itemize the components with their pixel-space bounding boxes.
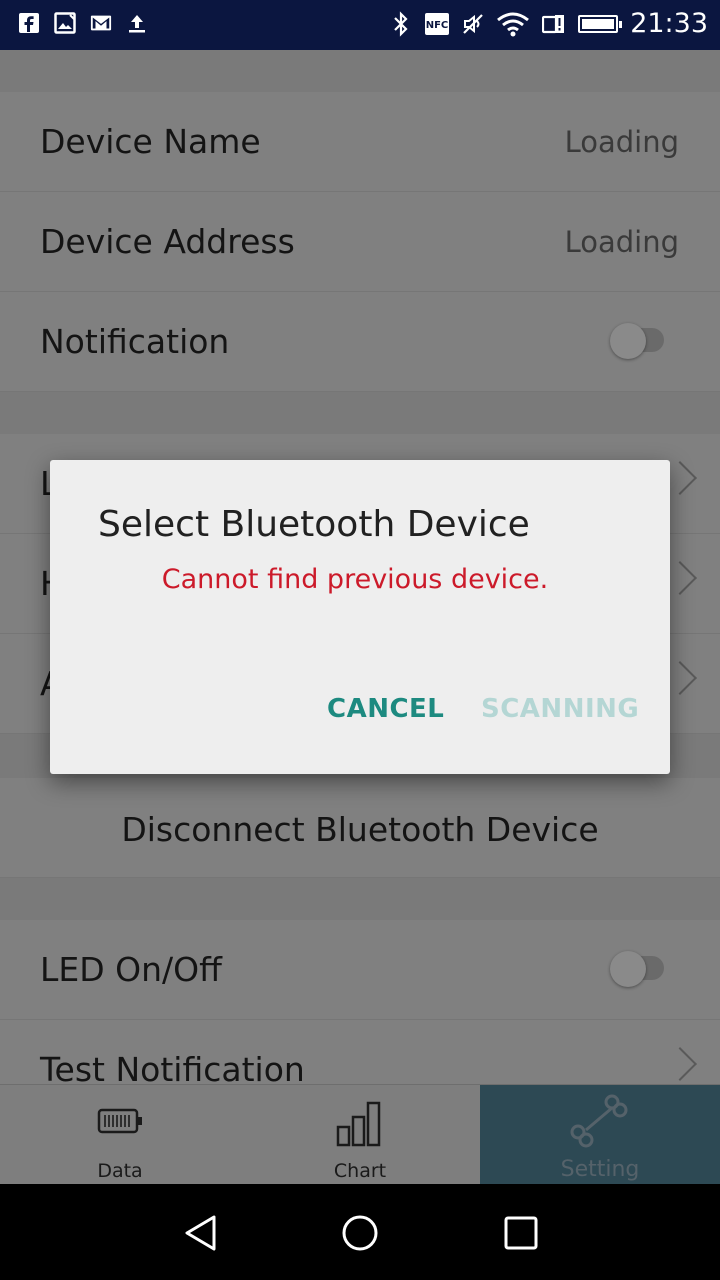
dialog-title: Select Bluetooth Device (98, 504, 530, 545)
dialog-message: Cannot find previous device. (161, 564, 549, 595)
notification-toggle[interactable] (610, 323, 664, 359)
nfc-label: NFC (426, 20, 449, 31)
bar-chart-icon (336, 1101, 381, 1147)
device-name-label: Device Name (40, 122, 261, 161)
tab-chart[interactable]: Chart (240, 1085, 480, 1185)
disconnect-row[interactable]: Disconnect Bluetooth Device (0, 778, 720, 878)
tab-setting[interactable]: Setting (480, 1085, 720, 1185)
chevron-right-icon (663, 1047, 697, 1081)
image-icon (54, 12, 76, 34)
notification-row[interactable]: Notification (0, 292, 720, 392)
facebook-icon (19, 13, 39, 33)
bluetooth-icon (394, 10, 408, 37)
upload-icon (129, 15, 145, 33)
gmail-icon (90, 15, 112, 31)
device-address-label: Device Address (40, 222, 295, 261)
recents-icon[interactable] (504, 1216, 538, 1250)
nfc-icon: NFC (425, 12, 450, 35)
led-row[interactable]: LED On/Off (0, 920, 720, 1020)
tab-setting-label: Setting (560, 1157, 640, 1182)
notification-icons (18, 12, 148, 34)
scanning-button[interactable]: SCANNING (481, 694, 639, 724)
status-bar: NFC 21:33 (0, 0, 720, 50)
bone-icon (570, 1094, 628, 1148)
device-name-value: Loading (564, 125, 679, 159)
toggle-knob (610, 323, 646, 359)
disconnect-button[interactable]: Disconnect Bluetooth Device (0, 810, 720, 849)
tab-data[interactable]: Data (0, 1085, 240, 1185)
tab-chart-label: Chart (333, 1160, 387, 1182)
led-label: LED On/Off (40, 950, 222, 989)
sim-alert-icon (542, 14, 565, 33)
device-name-row: Device Name Loading (0, 92, 720, 192)
select-bluetooth-dialog: Select Bluetooth Device Cannot find prev… (50, 460, 670, 774)
home-icon[interactable] (341, 1214, 379, 1252)
device-address-value: Loading (564, 225, 679, 259)
system-icons: NFC 21:33 (390, 8, 708, 39)
back-icon[interactable] (182, 1214, 220, 1252)
system-nav-bar (0, 1184, 720, 1280)
wifi-icon (497, 12, 530, 36)
device-address-row: Device Address Loading (0, 192, 720, 292)
tab-data-label: Data (97, 1160, 143, 1182)
mute-icon (463, 13, 483, 34)
battery-icon (578, 14, 623, 33)
bottom-tab-bar: Data Chart Setting (0, 1084, 720, 1185)
status-time: 21:33 (630, 8, 708, 39)
cancel-button[interactable]: CANCEL (327, 694, 444, 724)
toggle-knob (610, 951, 646, 987)
battery-icon (97, 1108, 142, 1134)
led-toggle[interactable] (610, 951, 664, 987)
notification-label: Notification (40, 322, 230, 361)
